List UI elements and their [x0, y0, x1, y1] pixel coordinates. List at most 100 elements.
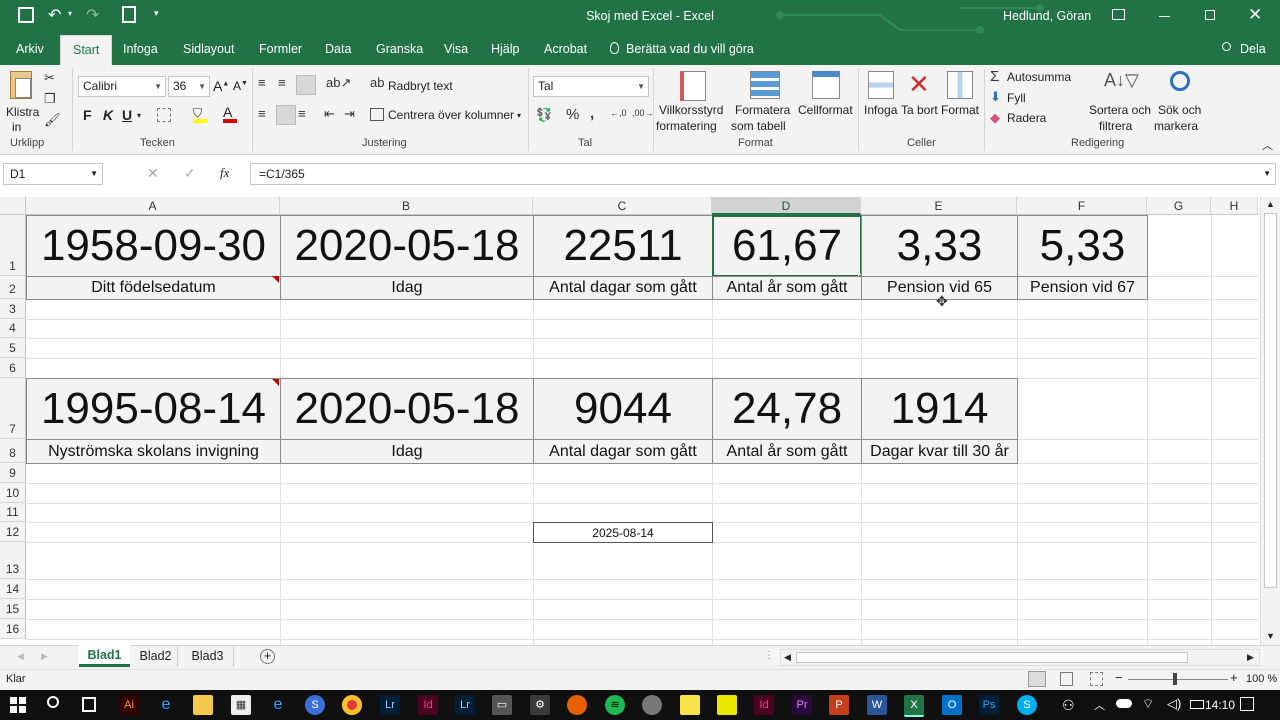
- name-box[interactable]: D1 ▼: [3, 163, 103, 185]
- firefox-icon[interactable]: [567, 695, 587, 715]
- align-left-icon[interactable]: ≡: [258, 106, 266, 121]
- format-cells-button[interactable]: Format: [941, 103, 979, 117]
- cell-styles-icon[interactable]: [812, 71, 840, 99]
- undo-icon[interactable]: ↶: [48, 5, 61, 25]
- scroll-left-icon[interactable]: ◀: [784, 652, 791, 663]
- row-header-11[interactable]: 11: [0, 503, 26, 522]
- align-bottom-icon[interactable]: [296, 75, 316, 95]
- word-icon[interactable]: W: [867, 695, 887, 715]
- row-header-13[interactable]: 13: [0, 542, 26, 579]
- scroll-up-icon[interactable]: ▲: [1266, 199, 1275, 209]
- align-right-icon[interactable]: ≡: [298, 106, 306, 121]
- cell-b1[interactable]: 2020-05-18: [280, 215, 534, 277]
- tab-visa[interactable]: Visa: [444, 33, 468, 65]
- comment-indicator[interactable]: [272, 379, 279, 386]
- format-cells-icon[interactable]: [947, 71, 973, 99]
- font-color-icon[interactable]: A: [223, 105, 237, 123]
- sheet-nav-next-icon[interactable]: ▶: [41, 651, 48, 662]
- sheet-tab-blad3[interactable]: Blad3: [182, 647, 234, 667]
- increase-font-icon[interactable]: A▲: [213, 78, 229, 94]
- cell-c8[interactable]: Antal dagar som gått: [533, 439, 713, 464]
- insert-cells-button[interactable]: Infoga: [864, 103, 897, 117]
- outlook-icon[interactable]: O: [942, 695, 962, 715]
- task-view-icon[interactable]: [82, 697, 96, 712]
- customize-qat-icon[interactable]: ▾: [154, 8, 159, 19]
- col-header-e[interactable]: E: [861, 197, 1017, 215]
- row-header-12[interactable]: 12: [0, 522, 26, 542]
- col-header-h[interactable]: H: [1211, 197, 1258, 215]
- cell-e8[interactable]: Dagar kvar till 30 år: [861, 439, 1018, 464]
- row-header-14[interactable]: 14: [0, 579, 26, 599]
- cell-b7[interactable]: 2020-05-18: [280, 378, 534, 440]
- spotify-icon[interactable]: ≋: [605, 695, 625, 715]
- cell-c12[interactable]: 2025-08-14: [533, 522, 713, 543]
- merge-center-button[interactable]: Centrera över kolumner: [388, 108, 514, 122]
- wrap-text-button[interactable]: Radbryt text: [388, 79, 453, 93]
- paste-button-label2[interactable]: in: [12, 120, 21, 134]
- zoom-slider[interactable]: [1128, 679, 1228, 680]
- horizontal-scroll-thumb[interactable]: [796, 652, 1188, 663]
- keyboard-icon[interactable]: [1190, 700, 1204, 709]
- underline-button[interactable]: U: [122, 107, 132, 123]
- sort-filter-button2[interactable]: filtrera: [1099, 119, 1132, 133]
- fill-icon[interactable]: ⬇: [990, 89, 1001, 105]
- clear-button[interactable]: Radera: [1007, 111, 1046, 125]
- close-icon[interactable]: ✕: [1248, 5, 1262, 25]
- increase-decimal-icon[interactable]: ←,0: [610, 108, 627, 118]
- notification-icon[interactable]: [1240, 697, 1254, 711]
- col-header-g[interactable]: G: [1147, 197, 1211, 215]
- row-header-16[interactable]: 16: [0, 619, 26, 639]
- windows-start-icon[interactable]: [10, 697, 26, 713]
- col-header-c[interactable]: C: [533, 197, 712, 215]
- app4-icon[interactable]: [642, 695, 662, 715]
- underline-dropdown-icon[interactable]: ▾: [137, 111, 141, 120]
- cell-a8[interactable]: Nyströmska skolans invigning: [26, 439, 281, 464]
- page-break-view-icon[interactable]: [1090, 672, 1103, 686]
- cell-e7[interactable]: 1914: [861, 378, 1018, 440]
- zoom-out-icon[interactable]: −: [1115, 670, 1123, 685]
- paste-button-label[interactable]: Klistra: [6, 105, 39, 119]
- borders-icon[interactable]: [157, 108, 171, 122]
- find-select-button2[interactable]: markera: [1154, 119, 1198, 133]
- undo-dropdown-icon[interactable]: ▾: [68, 9, 72, 18]
- cut-icon[interactable]: ✂: [44, 70, 55, 86]
- bold-button[interactable]: F: [83, 107, 92, 123]
- wifi-icon[interactable]: ⌔: [1142, 696, 1154, 712]
- redo-icon[interactable]: ↷: [86, 5, 99, 25]
- skype-icon[interactable]: S: [1017, 695, 1037, 715]
- save-icon[interactable]: [18, 7, 34, 23]
- print-preview-icon[interactable]: [122, 6, 136, 23]
- tab-sidlayout[interactable]: Sidlayout: [183, 33, 234, 65]
- cell-c2[interactable]: Antal dagar som gått: [533, 276, 713, 300]
- align-center-icon[interactable]: [276, 105, 296, 125]
- lightroom2-icon[interactable]: Lr: [455, 695, 475, 715]
- tab-arkiv[interactable]: Arkiv: [16, 33, 44, 65]
- collapse-ribbon-icon[interactable]: ︿: [1262, 137, 1273, 153]
- row-header-4[interactable]: 4: [0, 319, 26, 338]
- font-name-combo[interactable]: Calibri ▼: [78, 76, 166, 97]
- enter-icon[interactable]: ✓: [184, 165, 196, 182]
- cell-a2[interactable]: Ditt födelsedatum: [26, 276, 281, 300]
- edge-icon[interactable]: e: [156, 695, 176, 715]
- vertical-scroll-thumb[interactable]: [1264, 213, 1277, 588]
- clock[interactable]: 14:10: [1205, 698, 1235, 712]
- cell-c7[interactable]: 9044: [533, 378, 713, 440]
- row-header-5[interactable]: 5: [0, 338, 26, 358]
- autosum-button[interactable]: Autosumma: [1007, 70, 1071, 84]
- row-header-1[interactable]: 1: [0, 215, 26, 276]
- search-icon[interactable]: [47, 696, 59, 708]
- zoom-slider-thumb[interactable]: [1173, 673, 1177, 685]
- scroll-down-icon[interactable]: ▼: [1266, 631, 1275, 641]
- col-header-b[interactable]: B: [280, 197, 533, 215]
- col-header-f[interactable]: F: [1017, 197, 1147, 215]
- tab-split-icon[interactable]: ⋮: [764, 650, 774, 661]
- minimize-icon[interactable]: [1159, 16, 1170, 17]
- horizontal-scrollbar[interactable]: ◀ ▶: [780, 649, 1260, 666]
- autosum-icon[interactable]: Σ: [990, 68, 999, 85]
- indesign2-icon[interactable]: Id: [754, 695, 774, 715]
- onedrive-icon[interactable]: [1116, 699, 1132, 708]
- row-header-6[interactable]: 6: [0, 358, 26, 378]
- zoom-level[interactable]: 100 %: [1246, 673, 1277, 685]
- delete-cells-button[interactable]: Ta bort: [901, 103, 938, 117]
- delete-cells-icon[interactable]: ✕: [908, 69, 930, 100]
